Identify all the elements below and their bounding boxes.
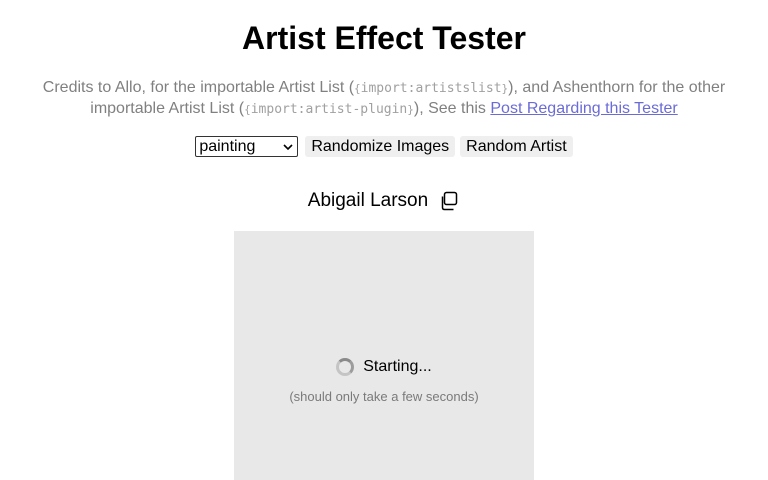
chevron-down-icon: [283, 144, 293, 151]
image-preview-panel: Starting... (should only take a few seco…: [234, 231, 534, 480]
artist-header: Abigail Larson: [0, 190, 768, 212]
artist-name: Abigail Larson: [307, 190, 429, 211]
code-brace-open: {: [244, 103, 251, 116]
post-link[interactable]: Post Regarding this Tester: [490, 100, 677, 117]
credits-part-3: ), See this: [413, 100, 491, 117]
import-code-artist-plugin: {import:artist-plugin}: [244, 102, 414, 117]
copy-icon[interactable]: [438, 190, 460, 212]
loading-indicator: Starting...: [234, 358, 534, 376]
loading-status: Starting...: [363, 358, 432, 375]
style-select-value: painting: [199, 138, 256, 155]
credits-part-1: Credits to Allo, for the importable Arti…: [42, 79, 355, 96]
style-select[interactable]: painting: [195, 136, 299, 157]
credits-text: Credits to Allo, for the importable Arti…: [40, 78, 728, 120]
spinner-icon: [336, 358, 355, 376]
code-brace-open: {: [354, 82, 361, 95]
code-text: import:artistslist: [360, 81, 502, 96]
controls-bar: painting Randomize Images Random Artist: [0, 136, 768, 157]
code-brace-close: }: [407, 103, 414, 116]
page-title: Artist Effect Tester: [242, 20, 526, 56]
random-artist-button[interactable]: Random Artist: [460, 136, 573, 157]
code-text: import:artist-plugin: [250, 102, 408, 117]
randomize-images-button[interactable]: Randomize Images: [305, 136, 456, 157]
loading-substatus: (should only take a few seconds): [289, 389, 479, 404]
import-code-artistslist: {import:artistslist}: [354, 81, 508, 96]
page: Artist Effect Tester Credits to Allo, fo…: [0, 0, 768, 480]
